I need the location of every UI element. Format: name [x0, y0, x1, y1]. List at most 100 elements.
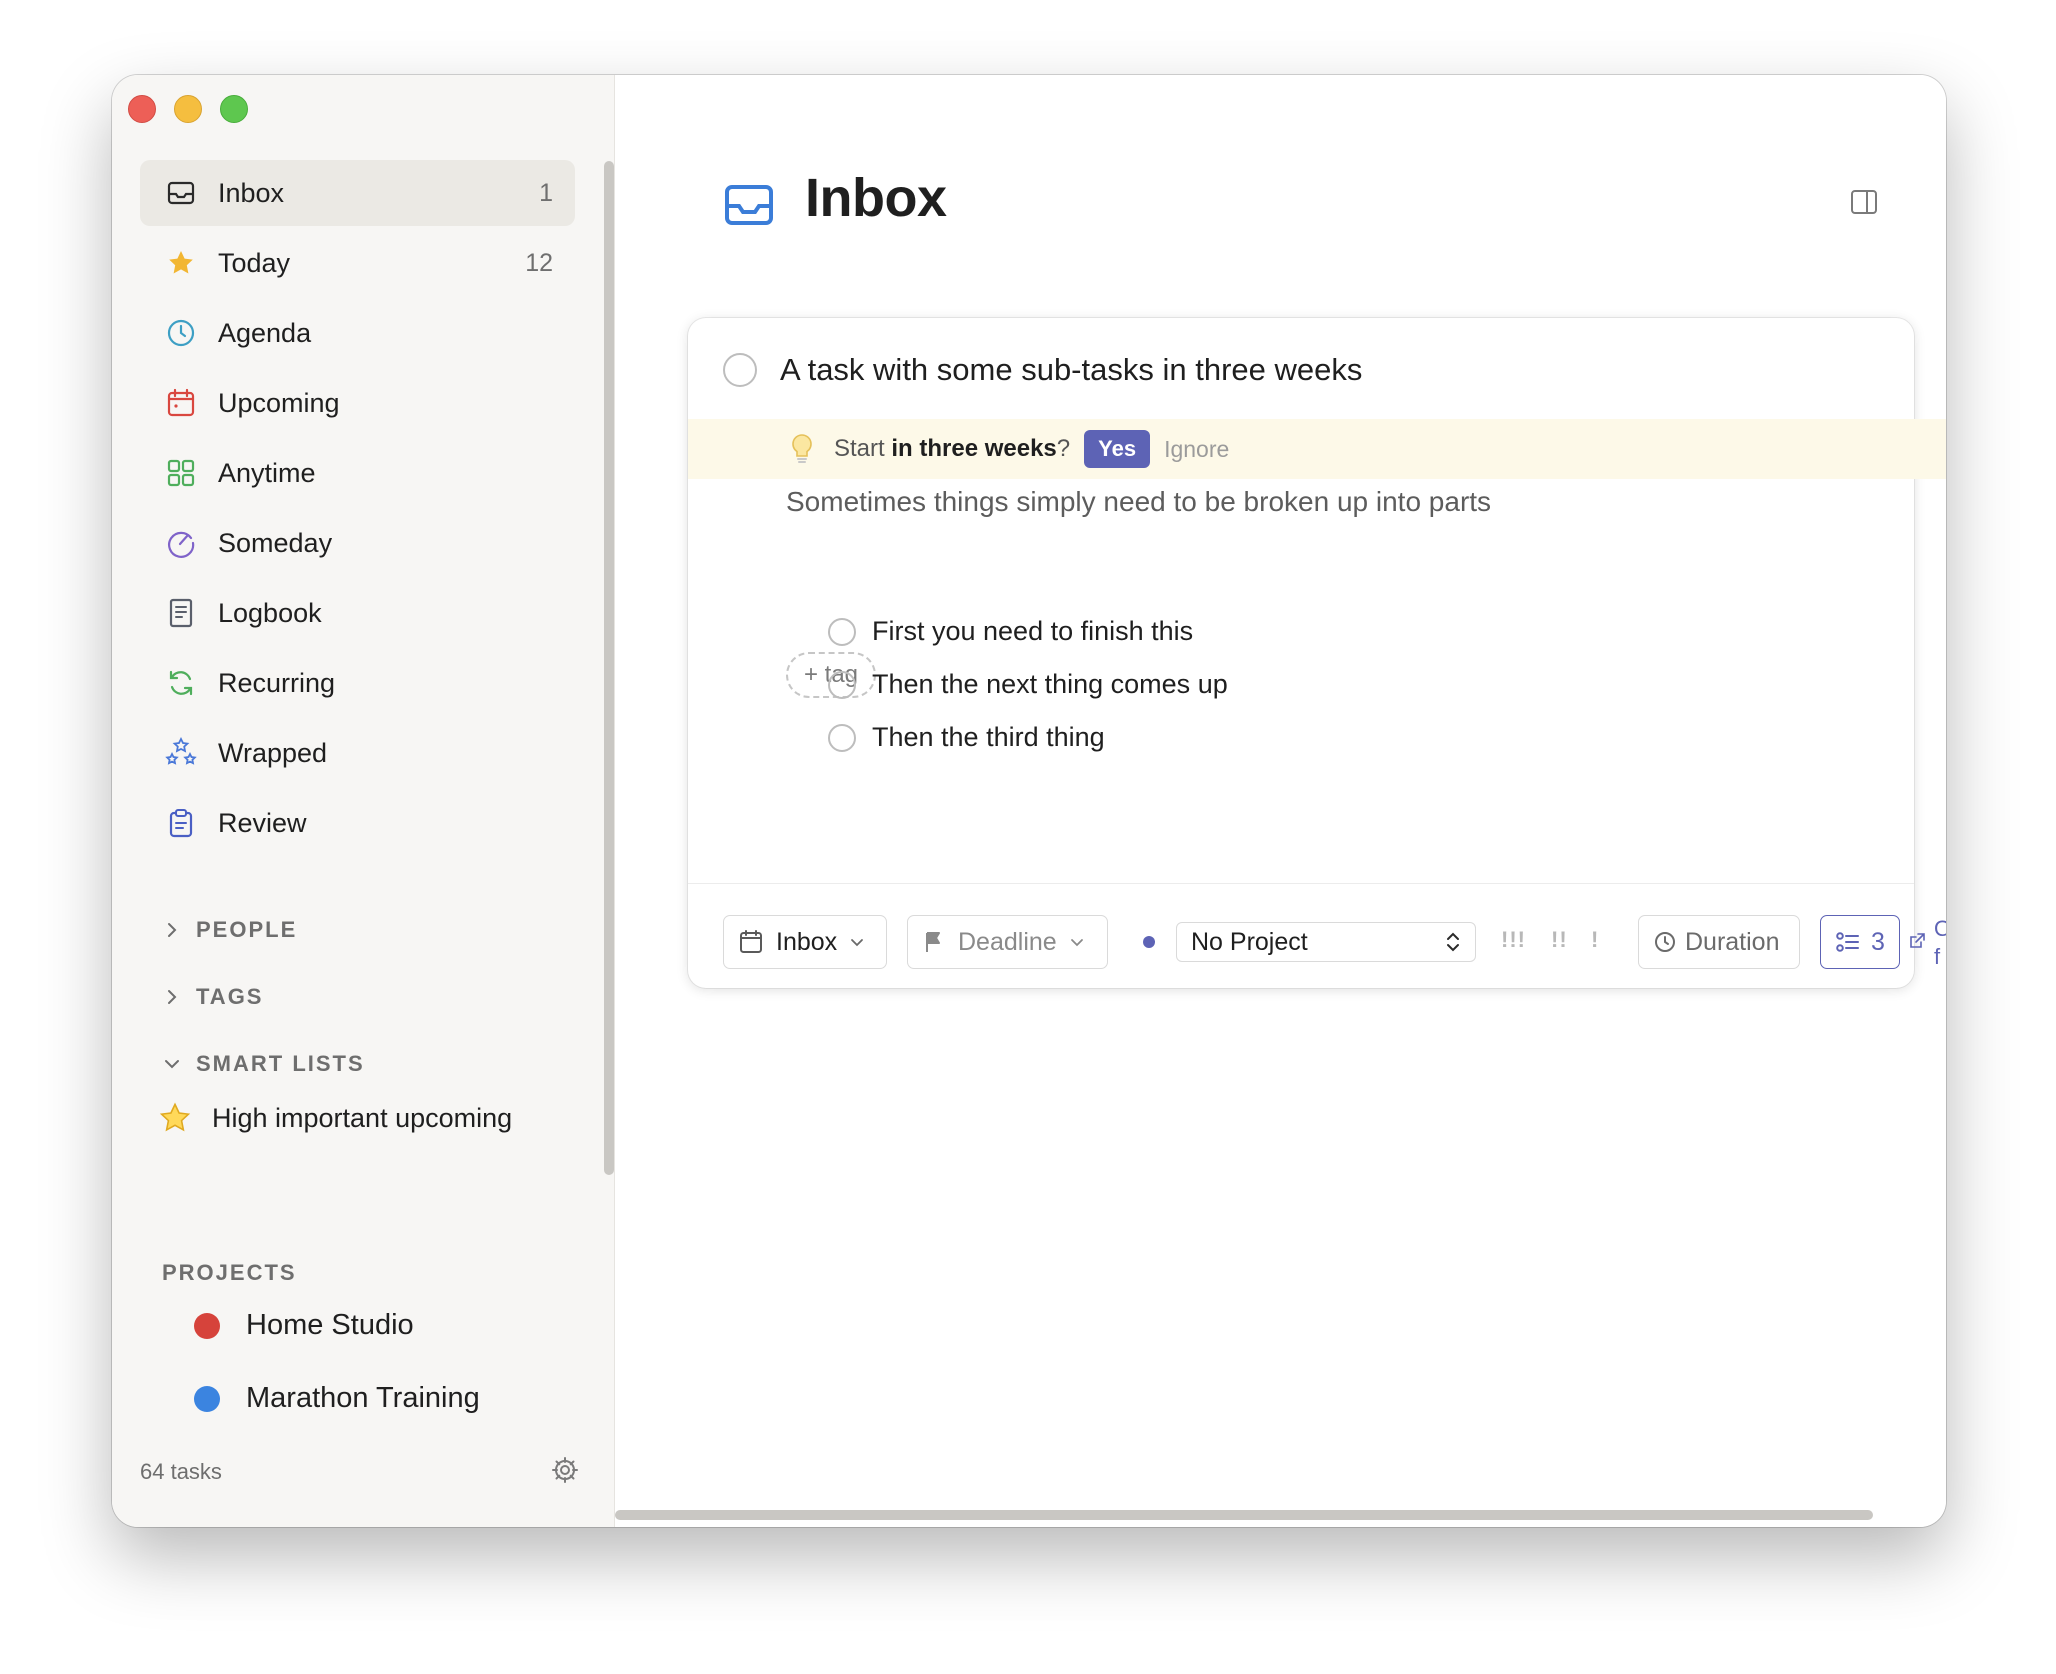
subtask-item[interactable]: Then the third thing: [828, 722, 1105, 753]
horizontal-scrollbar[interactable]: [615, 1510, 1873, 1520]
sidebar-toggle-icon[interactable]: [1849, 187, 1879, 217]
star-outline-icon: [158, 1101, 192, 1135]
task-toolbar: Inbox Deadline No Project !!! !! ! Durat…: [723, 915, 1946, 969]
list-picker-label: Inbox: [776, 927, 838, 956]
close-window-button[interactable]: [128, 95, 156, 123]
project-item[interactable]: Marathon Training: [194, 1382, 480, 1415]
project-select-value: No Project: [1191, 927, 1308, 956]
sidebar-item-someday[interactable]: Someday: [140, 510, 575, 576]
project-color-dot: [194, 1312, 220, 1339]
project-name: Home Studio: [246, 1309, 414, 1341]
gear-icon[interactable]: [550, 1455, 580, 1485]
task-count: 64 tasks: [140, 1459, 222, 1484]
smart-list-label: High important upcoming: [212, 1102, 513, 1133]
sidebar-item-label: Logbook: [218, 597, 322, 628]
section-smart-lists[interactable]: SMART LISTS: [162, 1051, 365, 1077]
sidebar-item-inbox[interactable]: Inbox 1: [140, 160, 575, 226]
sidebar-item-label: Anytime: [218, 457, 316, 488]
card-divider: [688, 883, 1914, 884]
chevron-down-icon: [1070, 939, 1083, 947]
calendar-icon: [164, 386, 198, 420]
subtask-item[interactable]: First you need to finish this: [828, 616, 1193, 647]
sidebar-item-today[interactable]: Today 12: [140, 230, 575, 296]
suggestion-prefix: Start: [834, 435, 885, 462]
projects-heading: PROJECTS: [162, 1260, 297, 1285]
lightbulb-icon: [792, 434, 812, 463]
sidebar-item-count: 1: [539, 178, 553, 207]
sidebar-item-label: Wrapped: [218, 737, 328, 768]
sidebar-item-review[interactable]: Review: [140, 790, 575, 856]
task-card: A task with some sub-tasks in three week…: [688, 318, 1946, 988]
subtask-checkbox[interactable]: [828, 617, 856, 646]
subtasks-button[interactable]: 3: [1820, 915, 1900, 969]
chevron-down-icon: [165, 1060, 179, 1069]
section-people[interactable]: PEOPLE: [162, 917, 297, 943]
sidebar-item-label: Upcoming: [218, 387, 340, 418]
stars-icon: [164, 736, 198, 770]
subtask-label: Then the next thing comes up: [872, 669, 1228, 699]
task-checkbox[interactable]: [723, 353, 757, 387]
duration-label: Duration: [1685, 927, 1780, 956]
sidebar-item-label: Inbox: [218, 177, 285, 208]
ignore-suggestion-button[interactable]: Ignore: [1164, 436, 1229, 463]
sidebar-item-label: Review: [218, 807, 307, 838]
task-title[interactable]: A task with some sub-tasks in three week…: [780, 352, 1362, 388]
priority-high-button[interactable]: !!!: [1501, 927, 1526, 953]
section-smart-lists-label: SMART LISTS: [196, 1051, 365, 1076]
suggestion-phrase: in three weeks: [891, 435, 1057, 462]
sidebar-item-anytime[interactable]: Anytime: [140, 440, 575, 506]
minimize-window-button[interactable]: [174, 95, 202, 123]
sidebar-item-agenda[interactable]: Agenda: [140, 300, 575, 366]
recurring-icon: [164, 666, 198, 700]
accept-suggestion-button[interactable]: Yes: [1084, 430, 1151, 468]
chevron-right-icon: [168, 923, 177, 937]
zoom-window-button[interactable]: [220, 95, 248, 123]
sidebar-item-label: Recurring: [218, 667, 336, 698]
someday-icon: [164, 526, 198, 560]
priority-low-button[interactable]: !: [1591, 927, 1599, 953]
sidebar-item-recurring[interactable]: Recurring: [140, 650, 575, 716]
grid-icon: [164, 456, 198, 490]
page-title: Inbox: [805, 168, 947, 228]
subtask-checkbox[interactable]: [828, 670, 856, 699]
subtask-item[interactable]: Then the next thing comes up: [828, 669, 1228, 700]
project-color-dot: [194, 1385, 220, 1412]
inbox-icon: [164, 176, 198, 210]
project-item[interactable]: Home Studio: [194, 1309, 414, 1342]
sidebar-item-wrapped[interactable]: Wrapped: [140, 720, 575, 786]
sidebar-item-count: 12: [525, 248, 553, 277]
sidebar-item-label: Someday: [218, 527, 333, 558]
chevron-right-icon: [168, 990, 177, 1004]
inbox-icon: [725, 185, 773, 225]
checklist-icon: [1836, 932, 1860, 952]
deadline-label: Deadline: [958, 927, 1057, 956]
section-tags[interactable]: TAGS: [162, 984, 263, 1010]
task-notes[interactable]: Sometimes things simply need to be broke…: [786, 486, 1491, 518]
calendar-icon: [740, 930, 762, 953]
star-icon: [164, 246, 198, 280]
truncated-button-text[interactable]: O f: [1934, 915, 1946, 971]
logbook-icon: [164, 596, 198, 630]
sidebar-item-upcoming[interactable]: Upcoming: [140, 370, 575, 436]
sidebar-item-logbook[interactable]: Logbook: [140, 580, 575, 646]
subtask-label: Then the third thing: [872, 722, 1105, 752]
clipboard-icon: [164, 806, 198, 840]
sidebar: Inbox 1 Today 12 Agenda Upcoming Anytime…: [112, 75, 615, 1527]
clock-icon: [164, 316, 198, 350]
duration-button[interactable]: Duration: [1638, 915, 1800, 969]
section-people-label: PEOPLE: [196, 917, 298, 942]
list-picker-button[interactable]: Inbox: [723, 915, 887, 969]
deadline-button[interactable]: Deadline: [907, 915, 1108, 969]
priority-medium-button[interactable]: !!: [1551, 927, 1568, 953]
app-window: Inbox 1 Today 12 Agenda Upcoming Anytime…: [112, 75, 1946, 1527]
sidebar-scrollbar[interactable]: [604, 161, 614, 1175]
project-select[interactable]: No Project: [1176, 922, 1476, 962]
main-content: Inbox A task with some sub-tasks in thre…: [615, 75, 1946, 1527]
project-color-dot: [1143, 936, 1155, 948]
subtask-count: 3: [1871, 927, 1885, 956]
external-link-icon[interactable]: [1908, 932, 1926, 950]
window-controls: [128, 95, 248, 123]
subtask-checkbox[interactable]: [828, 723, 856, 752]
updown-chevron-icon: [1447, 932, 1459, 952]
smart-list-item[interactable]: High important upcoming: [158, 1101, 512, 1135]
